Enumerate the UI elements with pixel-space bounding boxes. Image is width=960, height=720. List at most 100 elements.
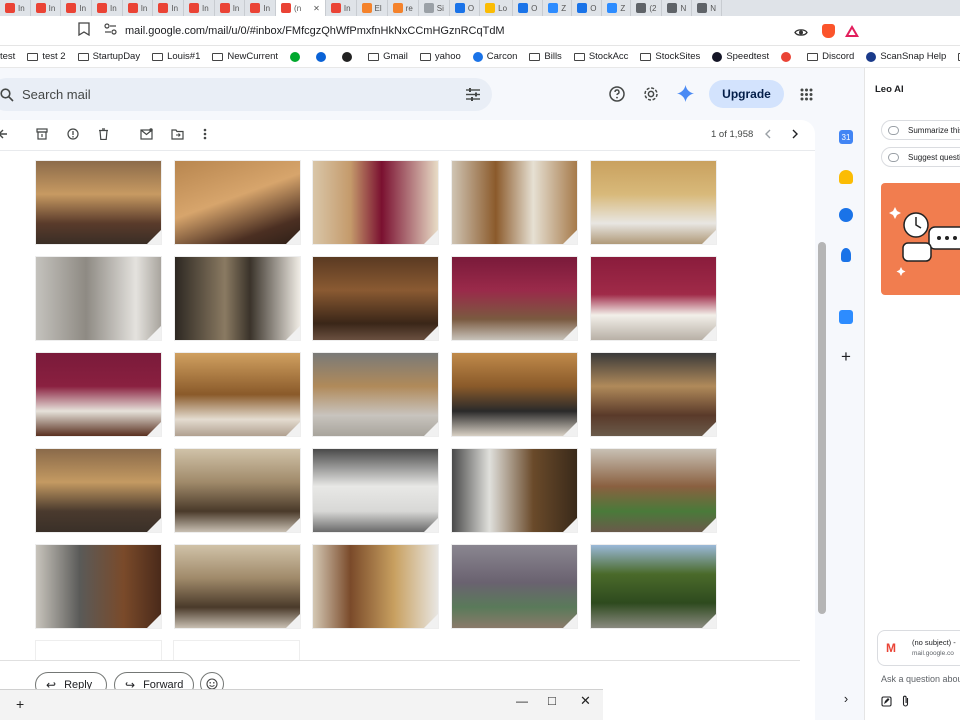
bookmark-item[interactable]: Louis#1 [152, 51, 200, 62]
photo-thumbnail[interactable] [312, 544, 439, 629]
browser-tab[interactable]: Z [602, 0, 632, 16]
browser-tab[interactable]: In [92, 0, 123, 16]
site-info-icon[interactable] [104, 22, 117, 40]
apps-icon[interactable] [800, 88, 813, 101]
search-icon[interactable] [0, 88, 14, 102]
bookmark-item[interactable]: StartupDay [77, 51, 140, 62]
browser-tab[interactable]: Z [543, 0, 573, 16]
expand-icon[interactable]: › [839, 692, 853, 706]
browser-tab[interactable]: In [0, 0, 31, 16]
photo-thumbnail[interactable] [35, 448, 162, 533]
bookmark-item[interactable]: test [0, 51, 15, 62]
gear-icon[interactable] [643, 86, 659, 102]
leo-input[interactable]: Ask a question abou [881, 674, 960, 684]
contacts-icon[interactable] [841, 248, 851, 262]
photo-thumbnail[interactable] [35, 160, 162, 245]
bookmark-item[interactable]: Speedtest [712, 51, 769, 62]
close-icon[interactable]: ✕ [313, 4, 320, 13]
photo-thumbnail[interactable] [590, 160, 717, 245]
edit-icon[interactable] [881, 694, 892, 712]
browser-tab[interactable]: In [153, 0, 185, 16]
scrollbar[interactable] [818, 242, 826, 614]
photo-thumbnail[interactable] [312, 448, 439, 533]
browser-tab[interactable]: O [450, 0, 481, 16]
bookmark-item[interactable]: Carcon [472, 51, 517, 62]
photo-thumbnail[interactable] [590, 256, 717, 341]
photo-thumbnail[interactable] [174, 544, 301, 629]
bookmark-item[interactable]: Gmail [368, 51, 408, 62]
close-icon[interactable]: ✕ [580, 693, 591, 709]
bookmark-star-icon[interactable] [78, 22, 90, 39]
browser-tab[interactable]: re [388, 0, 419, 16]
minimize-icon[interactable]: — [516, 694, 528, 708]
photo-thumbnail[interactable] [451, 160, 578, 245]
photo-thumbnail[interactable] [174, 160, 301, 245]
bookmark-item[interactable]: ScanSnap Help [866, 51, 946, 62]
browser-tab[interactable]: In [123, 0, 154, 16]
photo-thumbnail[interactable] [312, 256, 439, 341]
photo-thumbnail[interactable] [590, 352, 717, 437]
bookmark-item[interactable] [781, 51, 795, 62]
report-icon[interactable] [67, 128, 79, 140]
help-icon[interactable] [609, 86, 625, 102]
search-box[interactable]: Search mail [0, 78, 492, 111]
photo-thumbnail[interactable] [174, 448, 301, 533]
bookmark-item[interactable]: StockSites [640, 51, 700, 62]
tasks-icon[interactable] [839, 208, 853, 222]
browser-tab[interactable]: In [215, 0, 246, 16]
mark-unread-icon[interactable] [140, 128, 153, 140]
photo-thumbnail[interactable] [35, 352, 162, 437]
photo-thumbnail[interactable] [590, 448, 717, 533]
search-input[interactable]: Search mail [22, 87, 91, 102]
attach-icon[interactable] [901, 694, 910, 712]
bookmark-item[interactable] [316, 51, 330, 62]
attachment-tile[interactable] [173, 640, 300, 660]
attachment-tile[interactable] [35, 640, 162, 660]
archive-icon[interactable] [36, 128, 48, 140]
bookmark-item[interactable] [342, 51, 356, 62]
bookmark-item[interactable]: yahoo [419, 51, 461, 62]
browser-tab[interactable]: N [662, 0, 693, 16]
photo-thumbnail[interactable] [451, 448, 578, 533]
browser-tab[interactable]: O [572, 0, 603, 16]
photo-thumbnail[interactable] [451, 256, 578, 341]
bookmark-item[interactable] [290, 51, 304, 62]
maximize-icon[interactable]: □ [548, 693, 556, 708]
back-icon[interactable] [0, 128, 8, 140]
filter-icon[interactable] [466, 88, 480, 101]
suggestion-chip[interactable]: Summarize this [881, 120, 960, 140]
bookmark-item[interactable]: Discord [807, 51, 854, 62]
brave-rewards-icon[interactable] [844, 24, 860, 43]
bookmark-item[interactable]: StockAcc [573, 51, 628, 62]
add-icon[interactable]: + [16, 696, 24, 712]
browser-tab[interactable]: In [184, 0, 215, 16]
brave-icon[interactable] [822, 24, 835, 38]
prev-icon[interactable] [764, 129, 771, 139]
browser-tab[interactable]: In [245, 0, 277, 16]
add-icon[interactable]: + [839, 348, 853, 365]
browser-tab[interactable]: In [61, 0, 93, 16]
browser-tab[interactable]: In [326, 0, 357, 16]
move-icon[interactable] [171, 128, 184, 140]
bookmark-item[interactable]: Bills [529, 51, 562, 62]
gemini-icon[interactable] [677, 85, 694, 102]
browser-tab[interactable]: O [513, 0, 544, 16]
keep-icon[interactable] [839, 170, 853, 184]
bookmark-item[interactable]: NewCurrent [212, 51, 278, 62]
browser-tab[interactable]: El [357, 0, 388, 16]
photo-thumbnail[interactable] [35, 544, 162, 629]
calendar-icon[interactable]: 31 [839, 130, 853, 144]
suggestion-chip[interactable]: Suggest questio [881, 147, 960, 167]
photo-thumbnail[interactable] [451, 544, 578, 629]
context-card[interactable]: M (no subject) - mail.google.co [877, 630, 960, 666]
eye-icon[interactable] [794, 25, 808, 43]
photo-thumbnail[interactable] [174, 256, 301, 341]
photo-thumbnail[interactable] [312, 352, 439, 437]
next-icon[interactable] [792, 129, 799, 139]
browser-tab[interactable]: (2 [631, 0, 663, 16]
browser-tab[interactable]: N [692, 0, 722, 16]
more-icon[interactable] [203, 128, 207, 140]
photo-thumbnail[interactable] [35, 256, 162, 341]
photo-thumbnail[interactable] [312, 160, 439, 245]
delete-icon[interactable] [98, 128, 109, 140]
